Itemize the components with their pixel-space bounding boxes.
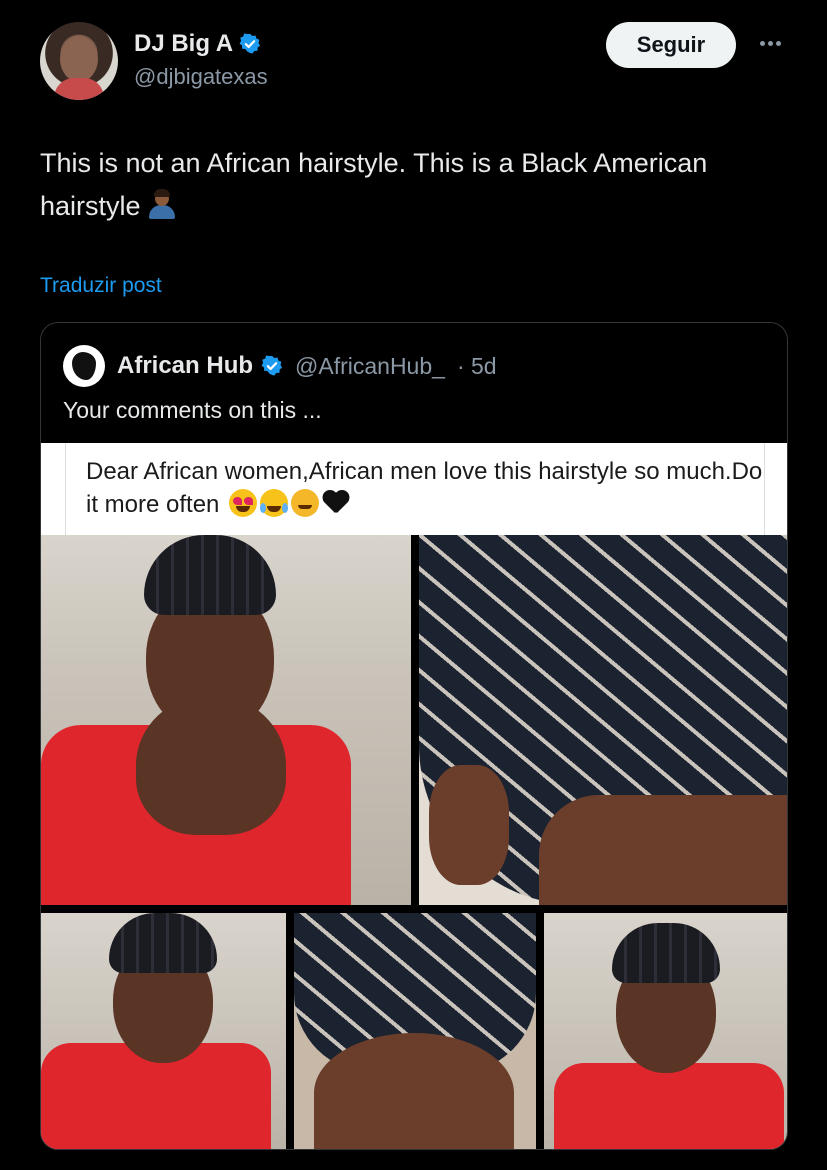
tears-of-joy-emoji-icon: [260, 489, 289, 517]
follow-button[interactable]: Seguir: [606, 22, 736, 68]
post-body: This is not an African hairstyle. This i…: [40, 148, 708, 221]
quoted-author-handle[interactable]: @AfricanHub_: [295, 353, 445, 380]
hairstyle-photo-2[interactable]: [419, 535, 787, 905]
smiling-hearts-emoji-icon: [291, 489, 320, 517]
hairstyle-photo-4[interactable]: [294, 913, 536, 1149]
author-name[interactable]: DJ Big A: [134, 30, 233, 58]
quoted-author-name[interactable]: African Hub: [117, 352, 253, 380]
verified-badge-icon: [261, 355, 283, 376]
more-options-icon[interactable]: [752, 28, 788, 58]
quoted-post-text: Your comments on this ...: [63, 397, 322, 423]
author-avatar[interactable]: [40, 22, 118, 100]
author-handle[interactable]: @djbigatexas: [134, 64, 268, 90]
person-shrugging-emoji-icon: [147, 189, 177, 219]
quoted-post-header: African Hub @AfricanHub_ · 5d: [63, 345, 497, 387]
quoted-image-caption-card: Dear African women,African men love this…: [41, 443, 787, 535]
quoted-post-time: · 5d: [456, 352, 497, 379]
caption-text: Dear African women,African men love this…: [86, 458, 763, 518]
hairstyle-photo-3[interactable]: [41, 913, 286, 1149]
black-heart-emoji-icon: [322, 489, 350, 517]
verified-badge-icon: [239, 33, 261, 54]
hairstyle-photo-1[interactable]: [41, 535, 411, 905]
translate-post-link[interactable]: Traduzir post: [40, 274, 162, 298]
quoted-post[interactable]: African Hub @AfricanHub_ · 5d Your comme…: [40, 322, 788, 1150]
post-text: This is not an African hairstyle. This i…: [40, 142, 800, 228]
caption-text-block: Dear African women,African men love this…: [86, 455, 766, 521]
hairstyle-photo-5[interactable]: [544, 913, 787, 1149]
heart-eyes-emoji-icon: [229, 489, 258, 517]
author-name-row[interactable]: DJ Big A: [134, 30, 261, 58]
african-hub-avatar[interactable]: [63, 345, 105, 387]
post-header: DJ Big A @djbigatexas Seguir: [40, 22, 800, 102]
